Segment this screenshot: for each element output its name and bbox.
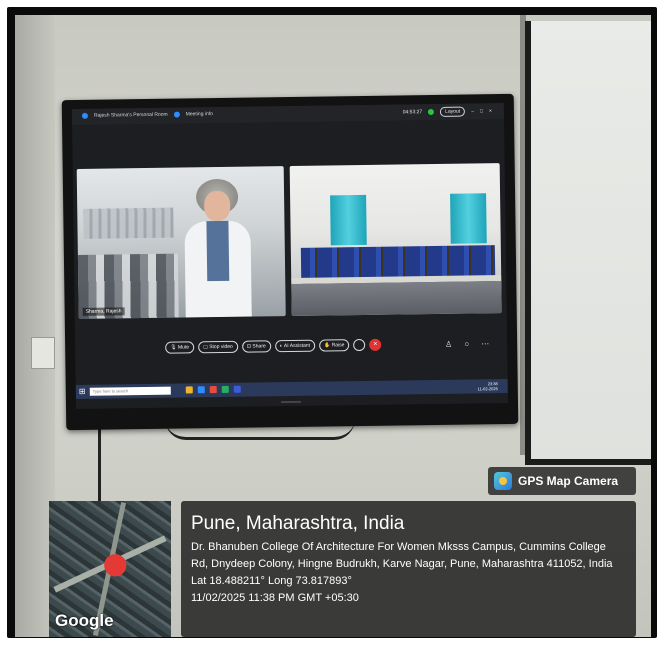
- video-tile-classroom[interactable]: [289, 163, 502, 316]
- face: [204, 190, 231, 222]
- stop-video-button[interactable]: ▢ Stop video: [197, 340, 238, 354]
- chat-icon[interactable]: ○: [464, 340, 469, 349]
- titlebar-right: 04:53:27 Layout – □ ×: [403, 106, 492, 117]
- participant-name-tag: Sharma, Rajesh: [82, 307, 125, 316]
- clock-date: 11-02-2025: [477, 386, 498, 392]
- windows-start-icon[interactable]: ⊞: [79, 387, 86, 396]
- chrome-icon[interactable]: [209, 386, 217, 394]
- word-icon[interactable]: [233, 385, 241, 393]
- mute-label: Mute: [177, 344, 190, 351]
- location-coordinates: Lat 18.488211° Long 73.817893°: [191, 575, 352, 587]
- security-shield-icon[interactable]: [428, 108, 435, 116]
- monitor-brand-logo: [280, 400, 301, 404]
- power-cable: [98, 425, 101, 513]
- location-timestamp: 11/02/2025 11:38 PM GMT +05:30: [191, 592, 359, 604]
- photo-frame: Rajesh Sharma's Personal Room Meeting in…: [7, 7, 657, 638]
- right-controls: ♙ ○ ⋯: [445, 339, 489, 349]
- more-icon[interactable]: ⋯: [481, 339, 489, 348]
- info-icon[interactable]: [173, 111, 180, 118]
- room-title: Rajesh Sharma's Personal Room: [93, 111, 168, 119]
- zoom-logo-icon: [81, 112, 88, 119]
- share-label: Share: [252, 343, 266, 350]
- windows-taskbar: ⊞ Type here to search 23:38 11-02-2025: [75, 378, 508, 400]
- location-pin-icon: ⬤: [103, 551, 128, 576]
- taskbar-search[interactable]: Type here to search: [89, 386, 171, 396]
- gps-camera-icon: [494, 472, 512, 490]
- location-city: Pune, Maharashtra, India: [191, 513, 405, 534]
- gps-map-camera-badge: GPS Map Camera: [488, 467, 636, 495]
- mute-button[interactable]: 🎙 Mute: [165, 341, 195, 354]
- room-info: Rajesh Sharma's Personal Room Meeting in…: [81, 111, 213, 119]
- participants-icon[interactable]: ♙: [445, 340, 452, 349]
- location-address: Dr. Bhanuben College Of Architecture For…: [191, 541, 613, 570]
- tv-monitor: Rajesh Sharma's Personal Room Meeting in…: [61, 93, 519, 431]
- gps-badge-label: GPS Map Camera: [518, 474, 619, 488]
- explorer-icon[interactable]: [185, 386, 193, 394]
- excel-icon[interactable]: [221, 385, 229, 393]
- photo: Rajesh Sharma's Personal Room Meeting in…: [15, 15, 651, 637]
- meeting-timer: 04:53:27: [402, 109, 423, 116]
- taskbar-clock[interactable]: 23:38 11-02-2025: [478, 381, 498, 391]
- floor: [291, 281, 502, 316]
- taskbar-apps: [185, 385, 241, 394]
- share-button[interactable]: ⊡ Share: [241, 340, 271, 353]
- map-thumbnail: ⬤ Google: [49, 501, 171, 637]
- more-options-button[interactable]: [353, 338, 366, 352]
- raise-button[interactable]: ✋ Raise: [318, 339, 350, 352]
- layout-button[interactable]: Layout: [440, 106, 466, 117]
- zoom-app-icon[interactable]: [197, 386, 205, 394]
- ai-assistant-label: AI Assistant: [283, 342, 311, 350]
- wall-socket: [31, 337, 55, 369]
- whiteboard: [525, 21, 651, 465]
- meeting-controls: 🎙 Mute ▢ Stop video ⊡ Share ◐ AI Assista…: [165, 338, 382, 354]
- speaker-person: [182, 177, 254, 318]
- stop-video-label: Stop video: [209, 343, 233, 351]
- curtain-right: [450, 193, 487, 244]
- raise-label: Raise: [331, 342, 345, 349]
- maximize-icon[interactable]: □: [480, 108, 483, 114]
- mic-icon: 🎙: [170, 344, 178, 351]
- location-info-panel: Pune, Maharashtra, India Dr. Bhanuben Co…: [181, 501, 636, 637]
- end-call-button[interactable]: ×: [369, 338, 382, 351]
- close-icon[interactable]: ×: [489, 108, 492, 114]
- minimize-icon[interactable]: –: [471, 108, 474, 114]
- google-logo: Google: [55, 611, 114, 630]
- ai-assistant-button[interactable]: ◐ AI Assistant: [274, 339, 316, 353]
- zoom-screen: Rajesh Sharma's Personal Room Meeting in…: [71, 102, 508, 410]
- meeting-info-link[interactable]: Meeting info: [186, 111, 213, 117]
- zoom-titlebar: Rajesh Sharma's Personal Room Meeting in…: [71, 102, 505, 126]
- lab-shelf: [83, 207, 174, 239]
- curtain-left: [330, 194, 367, 246]
- video-tile-speaker[interactable]: Sharma, Rajesh: [76, 166, 286, 319]
- shirt: [206, 220, 230, 282]
